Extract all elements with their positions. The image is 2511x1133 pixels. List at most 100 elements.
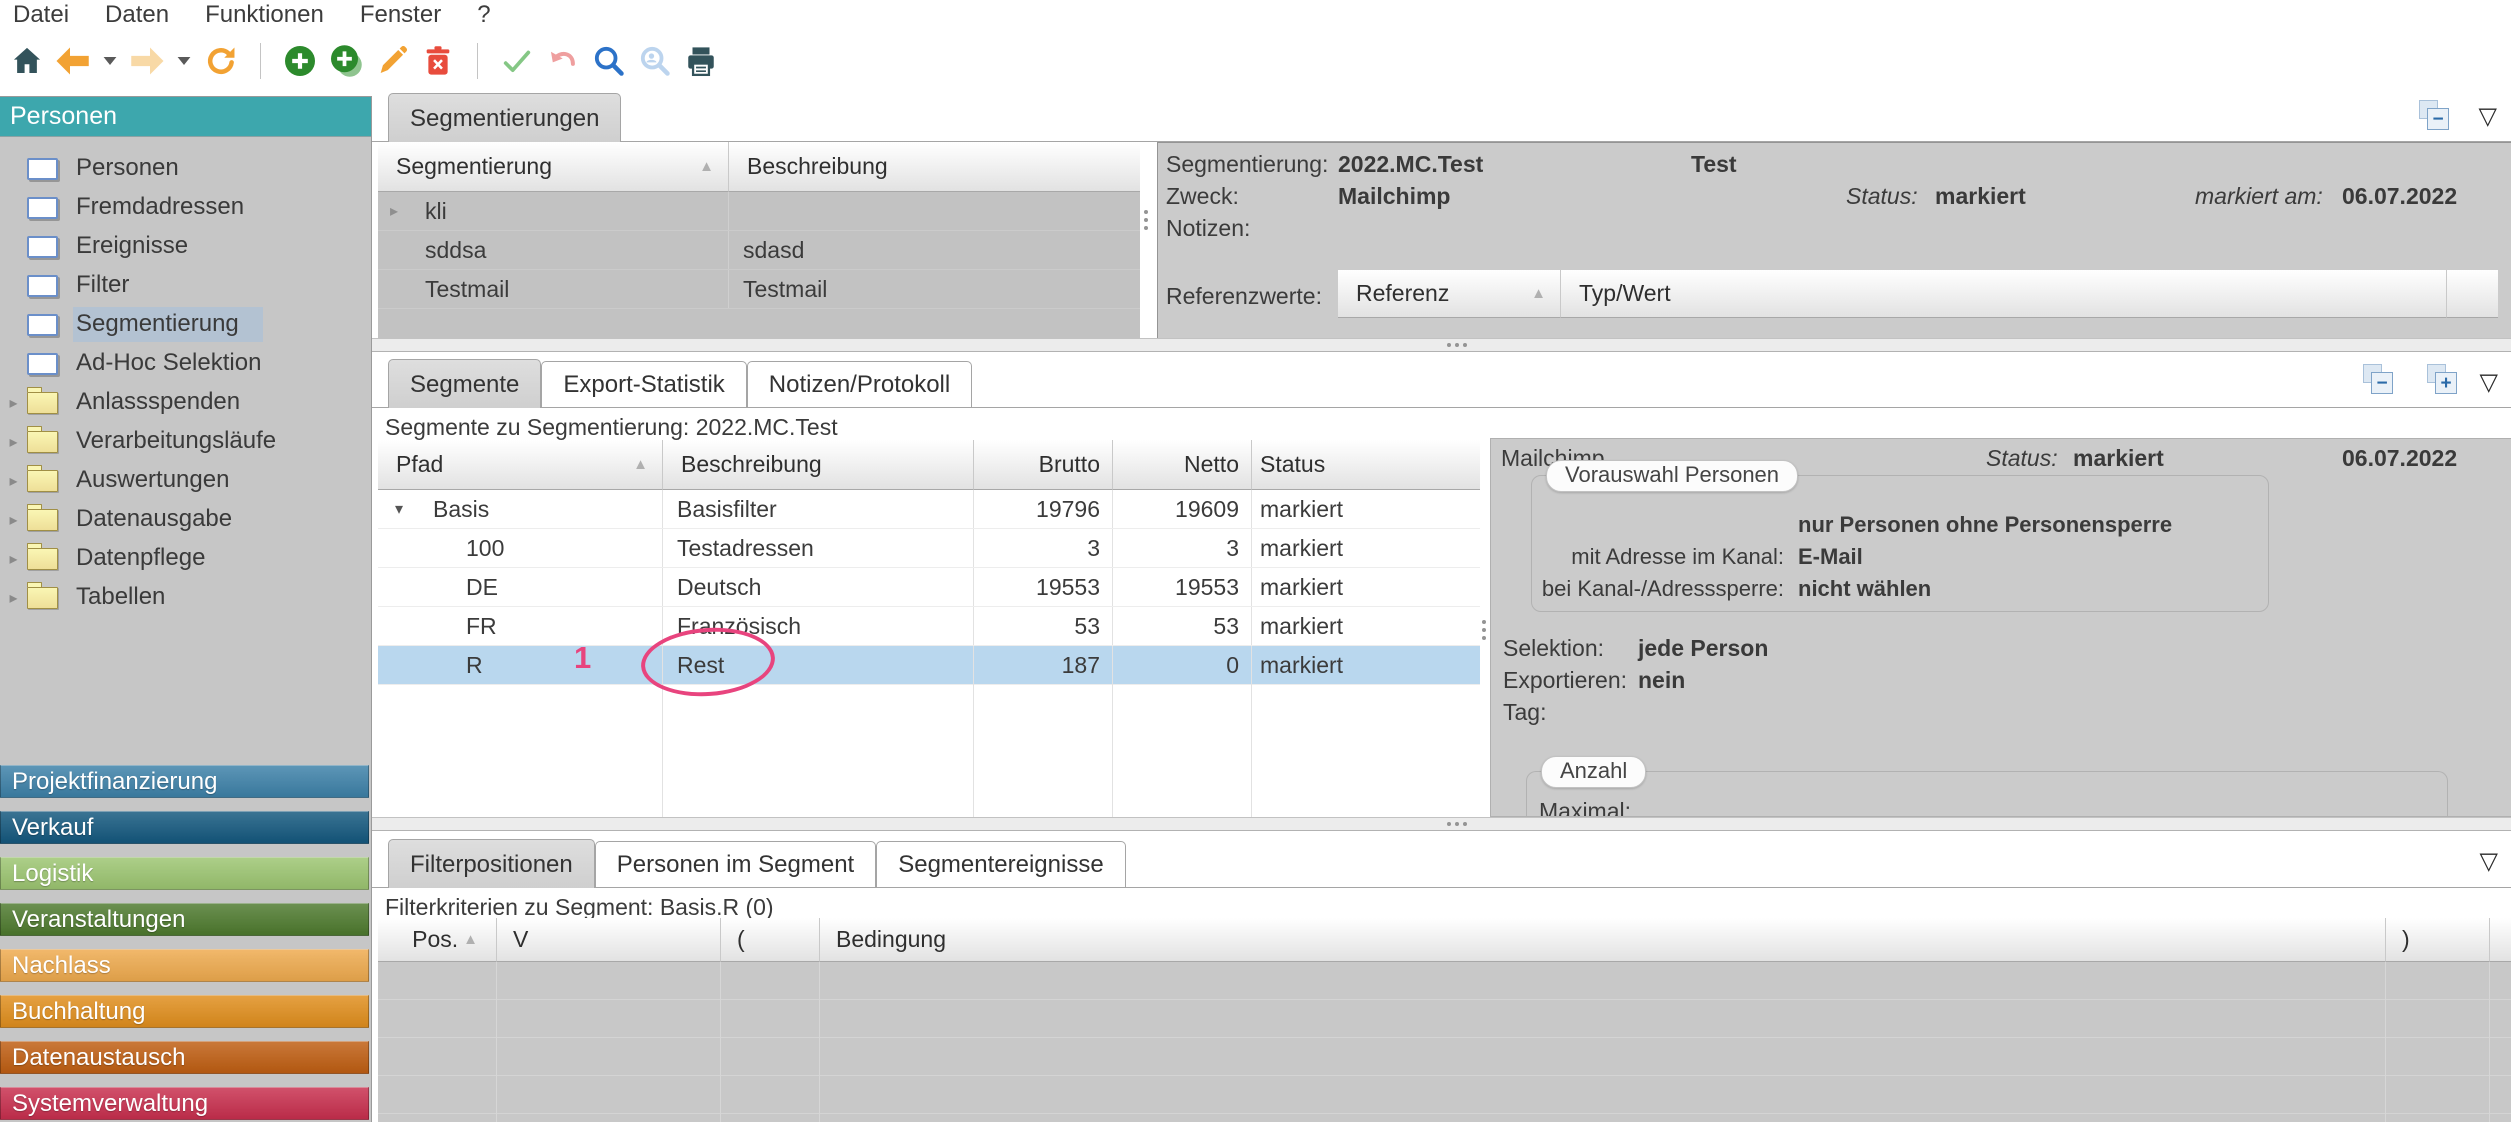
tab-notizen-protokoll[interactable]: Notizen/Protokoll <box>747 361 972 407</box>
add-copy-icon[interactable] <box>323 40 369 82</box>
column-header-segmentierung[interactable]: Segmentierung▲ <box>378 142 729 192</box>
segment-row-fr[interactable]: FR Französisch 53 53 markiert <box>378 607 1480 646</box>
personensperre-value: nur Personen ohne Personensperre <box>1798 512 2172 538</box>
menu-daten[interactable]: Daten <box>105 1 169 29</box>
panel-date: 06.07.2022 <box>2342 445 2457 472</box>
sidebar-nav: Personen Fremdadressen Ereignisse Filter… <box>0 137 371 617</box>
expand-icon[interactable]: ▸ <box>0 549 27 569</box>
sidebar-item-ereignisse[interactable]: Ereignisse <box>0 227 371 266</box>
expand-icon[interactable]: ▸ <box>0 471 27 491</box>
tab-export-statistik[interactable]: Export-Statistik <box>541 361 746 407</box>
menu-funktionen[interactable]: Funktionen <box>205 1 324 29</box>
module-datenaustausch[interactable]: Datenaustausch <box>0 1041 369 1074</box>
add-icon[interactable] <box>277 40 323 82</box>
column-header-pfad[interactable]: Pfad▲ <box>378 440 663 490</box>
column-header-close-paren[interactable]: ) <box>2386 918 2490 962</box>
column-header-bedingung[interactable]: Bedingung <box>820 918 2386 962</box>
module-systemverwaltung[interactable]: Systemverwaltung <box>0 1087 369 1120</box>
segment-row-de[interactable]: DE Deutsch 19553 19553 markiert <box>378 568 1480 607</box>
folder-icon <box>27 548 58 570</box>
column-header-beschreibung[interactable]: Beschreibung <box>729 142 1140 192</box>
sidebar-item-tabellen[interactable]: ▸Tabellen <box>0 578 371 617</box>
panel-menu-dropdown-icon[interactable]: ▽ <box>2480 847 2498 876</box>
expand-icon[interactable]: ▸ <box>378 201 425 221</box>
menu-fenster[interactable]: Fenster <box>360 1 441 29</box>
sidebar-header-personen[interactable]: Personen <box>0 97 371 137</box>
sidebar-item-personen[interactable]: Personen <box>0 149 371 188</box>
confirm-icon[interactable] <box>494 40 540 82</box>
expand-icon[interactable]: ▸ <box>0 588 27 608</box>
module-verkauf[interactable]: Verkauf <box>0 811 369 844</box>
table-row[interactable]: ▸kli <box>378 192 1140 231</box>
segmentierung-value: 2022.MC.Test <box>1338 151 1483 178</box>
delete-icon[interactable] <box>415 40 461 82</box>
back-history-dropdown-icon[interactable] <box>104 57 117 65</box>
undo-icon[interactable] <box>540 40 586 82</box>
column-header-typ-wert[interactable]: Typ/Wert <box>1561 270 2447 318</box>
module-projektfinanzierung[interactable]: Projektfinanzierung <box>0 765 369 798</box>
person-search-icon[interactable] <box>632 40 678 82</box>
column-header-brutto[interactable]: Brutto <box>974 440 1113 490</box>
panel-splitter-handle[interactable] <box>1482 620 1486 640</box>
sidebar-item-anlassspenden[interactable]: ▸Anlassspenden <box>0 383 371 422</box>
column-header-v[interactable]: V <box>497 918 721 962</box>
sidebar-item-datenpflege[interactable]: ▸Datenpflege <box>0 539 371 578</box>
segment-row-basis[interactable]: ▾Basis Basisfilter 19796 19609 markiert <box>378 490 1480 529</box>
details-splitter-handle[interactable] <box>1144 210 1148 230</box>
sidebar-item-verarbeitungslaeufe[interactable]: ▸Verarbeitungsläufe <box>0 422 371 461</box>
collapse-panel-icon[interactable]: − <box>2419 100 2449 130</box>
sidebar-item-auswertungen[interactable]: ▸Auswertungen <box>0 461 371 500</box>
sidebar-item-datenausgabe[interactable]: ▸Datenausgabe <box>0 500 371 539</box>
print-icon[interactable] <box>678 40 724 82</box>
sidebar-item-adhoc-selektion[interactable]: Ad-Hoc Selektion <box>0 344 371 383</box>
column-header-status[interactable]: Status <box>1252 440 1480 490</box>
tab-filterpositionen[interactable]: Filterpositionen <box>388 839 595 888</box>
column-header-referenz[interactable]: Referenz▲ <box>1338 270 1561 318</box>
search-icon[interactable] <box>586 40 632 82</box>
collapse-panel-icon[interactable]: − <box>2363 364 2393 394</box>
forward-icon[interactable] <box>124 40 170 82</box>
column-header-open-paren[interactable]: ( <box>721 918 820 962</box>
column-header-beschreibung[interactable]: Beschreibung <box>663 440 974 490</box>
panel-menu-dropdown-icon[interactable]: ▽ <box>2479 102 2497 131</box>
module-logistik[interactable]: Logistik <box>0 857 369 890</box>
splitter-handle[interactable] <box>1447 343 1467 347</box>
expand-icon[interactable]: ▸ <box>0 393 27 413</box>
sidebar-item-segmentierung[interactable]: Segmentierung <box>0 305 371 344</box>
module-buchhaltung[interactable]: Buchhaltung <box>0 995 369 1028</box>
expand-panel-icon[interactable]: + <box>2427 364 2457 394</box>
module-veranstaltungen[interactable]: Veranstaltungen <box>0 903 369 936</box>
home-icon[interactable] <box>4 40 50 82</box>
annotation-number: 1 <box>574 640 591 676</box>
table-row[interactable]: Testmail Testmail <box>378 270 1140 309</box>
collapse-icon[interactable]: ▾ <box>378 499 433 519</box>
segment-row-100[interactable]: 100 Testadressen 3 3 markiert <box>378 529 1480 568</box>
panel-menu-dropdown-icon[interactable]: ▽ <box>2480 368 2498 397</box>
tab-segmentierungen[interactable]: Segmentierungen <box>388 93 621 142</box>
tab-segmentereignisse[interactable]: Segmentereignisse <box>876 841 1125 887</box>
sidebar-item-fremdadressen[interactable]: Fremdadressen <box>0 188 371 227</box>
column-header-netto[interactable]: Netto <box>1113 440 1252 490</box>
filter-region: Filterpositionen Personen im Segment Seg… <box>372 831 2511 1122</box>
menu-help[interactable]: ? <box>477 1 490 29</box>
menu-datei[interactable]: Datei <box>13 1 69 29</box>
edit-icon[interactable] <box>369 40 415 82</box>
splitter-handle[interactable] <box>1447 822 1467 826</box>
column-header-pos[interactable]: Pos.▲ <box>378 918 497 962</box>
back-icon[interactable] <box>50 40 96 82</box>
horizontal-splitter[interactable] <box>372 817 2511 831</box>
expand-icon[interactable]: ▸ <box>0 510 27 530</box>
module-nachlass[interactable]: Nachlass <box>0 949 369 982</box>
tab-segmente[interactable]: Segmente <box>388 359 541 408</box>
segmentierungen-table: Segmentierung▲ Beschreibung ▸kli sddsa s… <box>378 142 1140 338</box>
table-row[interactable]: sddsa sdasd <box>378 231 1140 270</box>
horizontal-splitter[interactable] <box>372 338 2511 352</box>
sidebar-item-filter[interactable]: Filter <box>0 266 371 305</box>
forward-history-dropdown-icon[interactable] <box>178 57 191 65</box>
folder-icon <box>27 587 58 609</box>
kanal-value: E-Mail <box>1798 544 1863 570</box>
expand-icon[interactable]: ▸ <box>0 432 27 452</box>
refresh-icon[interactable] <box>198 40 244 82</box>
tab-personen-im-segment[interactable]: Personen im Segment <box>595 841 876 887</box>
column-header-empty <box>2447 270 2498 318</box>
